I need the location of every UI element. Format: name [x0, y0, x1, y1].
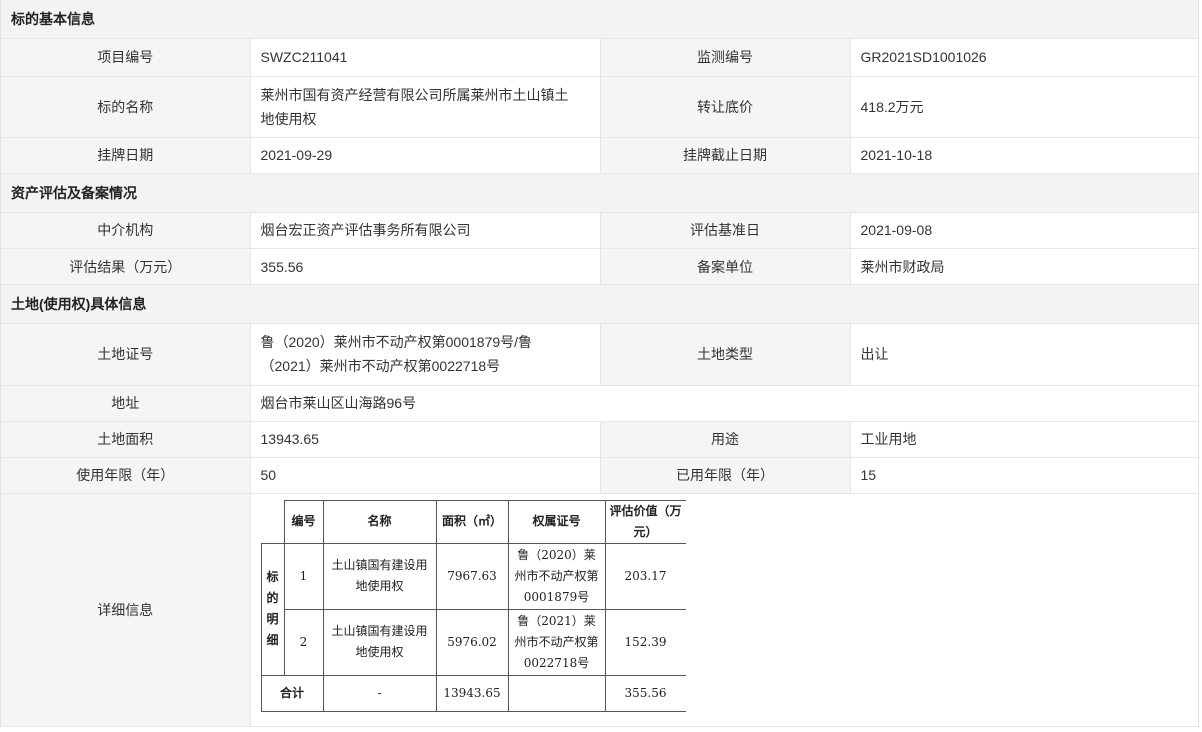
table-row: 土地证号 鲁（2020）莱州市不动产权第0001879号/鲁（2021）莱州市不…	[1, 324, 1198, 386]
used-years-value: 15	[850, 457, 1198, 494]
col-no-header: 编号	[283, 499, 324, 544]
total-cert	[507, 674, 606, 712]
row-cert: 鲁（2021）莱州市不动产权第0022718号	[507, 608, 606, 676]
address-label: 地址	[1, 385, 251, 422]
detail-panel: 标的基本信息 项目编号 SWZC211041 监测编号 GR2021SD1001…	[0, 0, 1199, 727]
table-row: 项目编号 SWZC211041 监测编号 GR2021SD1001026	[1, 39, 1198, 77]
table-row: 中介机构 烟台宏正资产评估事务所有限公司 评估基准日 2021-09-08	[1, 212, 1198, 249]
basic-info-table: 项目编号 SWZC211041 监测编号 GR2021SD1001026 标的名…	[1, 39, 1198, 174]
section-title-land: 土地(使用权)具体信息	[1, 285, 1198, 324]
col-cert-header: 权属证号	[507, 499, 606, 544]
base-date-value: 2021-09-08	[850, 212, 1198, 249]
table-row: 使用年限（年） 50 已用年限（年） 15	[1, 457, 1198, 494]
row-no: 1	[283, 542, 324, 610]
table-row: 评估结果（万元） 355.56 备案单位 莱州市财政局	[1, 248, 1198, 285]
land-info-table: 土地证号 鲁（2020）莱州市不动产权第0001879号/鲁（2021）莱州市不…	[1, 324, 1198, 727]
table-row: 挂牌日期 2021-09-29 挂牌截止日期 2021-10-18	[1, 137, 1198, 174]
agency-label: 中介机构	[1, 212, 251, 249]
price-value: 418.2万元	[850, 76, 1198, 138]
area-value: 13943.65	[250, 421, 601, 458]
name-label: 标的名称	[1, 76, 251, 138]
detail-subtable: 编号 名称 面积（㎡） 权属证号 评估价值（万元） 标 的 明 细 1 土山镇国…	[260, 499, 686, 712]
row-area: 5976.02	[435, 608, 509, 676]
address-value: 烟台市莱山区山海路96号	[250, 385, 1198, 422]
row-no: 2	[283, 608, 324, 676]
table-row: 标的名称 莱州市国有资产经营有限公司所属莱州市土山镇土地使用权 转让底价 418…	[1, 76, 1198, 138]
row-value: 203.17	[604, 542, 686, 610]
project-no-label: 项目编号	[1, 39, 251, 77]
detail-total-row: 合计 - 13943.65 355.56	[260, 674, 686, 712]
cert-value: 鲁（2020）莱州市不动产权第0001879号/鲁（2021）莱州市不动产权第0…	[260, 334, 533, 375]
list-date-label: 挂牌日期	[1, 137, 251, 174]
total-name: -	[322, 674, 437, 712]
monitor-no-value: GR2021SD1001026	[850, 39, 1198, 77]
col-value-header: 评估价值（万元）	[604, 499, 686, 544]
use-label: 用途	[600, 421, 851, 458]
land-type-label: 土地类型	[600, 324, 851, 386]
row-name: 土山镇国有建设用地使用权	[322, 542, 437, 610]
detail-row: 标 的 明 细 1 土山镇国有建设用地使用权 7967.63 鲁（2020）莱州…	[260, 542, 686, 676]
cert-label: 土地证号	[1, 324, 251, 386]
detail-side-label: 标 的 明 细	[260, 542, 285, 676]
row-name: 土山镇国有建设用地使用权	[322, 608, 437, 676]
row-value: 152.39	[604, 608, 686, 676]
land-type-value: 出让	[850, 324, 1198, 386]
used-years-label: 已用年限（年）	[600, 457, 851, 494]
total-label: 合计	[260, 674, 324, 712]
name-value: 莱州市国有资产经营有限公司所属莱州市土山镇土地使用权	[260, 86, 569, 127]
agency-value: 烟台宏正资产评估事务所有限公司	[250, 212, 601, 249]
filing-value: 莱州市财政局	[850, 248, 1198, 285]
use-value: 工业用地	[850, 421, 1198, 458]
row-area: 7967.63	[435, 542, 509, 610]
end-date-label: 挂牌截止日期	[600, 137, 851, 174]
list-date-value: 2021-09-29	[250, 137, 601, 174]
table-row: 土地面积 13943.65 用途 工业用地	[1, 421, 1198, 458]
end-date-value: 2021-10-18	[850, 137, 1198, 174]
table-row: 地址 烟台市莱山区山海路96号	[1, 385, 1198, 422]
years-value: 50	[250, 457, 601, 494]
table-row: 详细信息 编号 名称 面积（㎡） 权属证号 评估价值（万元） 标 的 明 细 1…	[1, 493, 1198, 727]
row-cert: 鲁（2020）莱州市不动产权第0001879号	[507, 542, 606, 610]
monitor-no-label: 监测编号	[600, 39, 851, 77]
section-title-assessment: 资产评估及备案情况	[1, 173, 1198, 213]
col-name-header: 名称	[322, 499, 437, 544]
base-date-label: 评估基准日	[600, 212, 851, 249]
project-no-value: SWZC211041	[250, 39, 601, 77]
filing-label: 备案单位	[600, 248, 851, 285]
result-value: 355.56	[250, 248, 601, 285]
detail-row: 2 土山镇国有建设用地使用权 5976.02 鲁（2021）莱州市不动产权第00…	[261, 608, 686, 676]
result-label: 评估结果（万元）	[1, 248, 251, 285]
total-area: 13943.65	[435, 674, 509, 712]
col-area-header: 面积（㎡）	[435, 499, 509, 544]
total-value: 355.56	[604, 674, 686, 712]
assessment-table: 中介机构 烟台宏正资产评估事务所有限公司 评估基准日 2021-09-08 评估…	[1, 212, 1198, 285]
years-label: 使用年限（年）	[1, 457, 251, 494]
price-label: 转让底价	[600, 76, 851, 138]
detail-header-row: 编号 名称 面积（㎡） 权属证号 评估价值（万元）	[261, 499, 686, 544]
detail-label: 详细信息	[1, 493, 251, 727]
area-label: 土地面积	[1, 421, 251, 458]
section-title-basic: 标的基本信息	[1, 0, 1198, 39]
